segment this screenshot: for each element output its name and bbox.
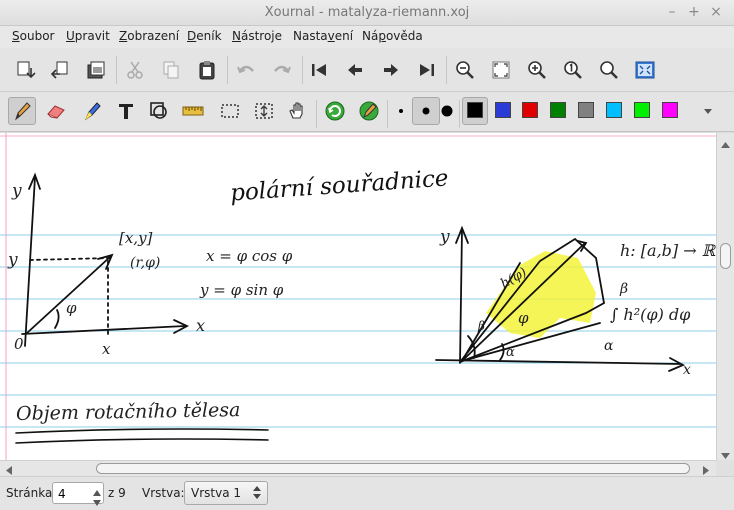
integral-expression: ∫ h²(φ) dφ <box>610 305 691 324</box>
window-titlebar: Xournal - matalyza-riemann.xoj – + × <box>0 0 734 26</box>
zoom-out-icon[interactable] <box>451 56 479 84</box>
integral-lower-limit: α <box>604 338 614 354</box>
undo-icon[interactable] <box>232 56 260 84</box>
thick-line-icon[interactable] <box>433 97 461 125</box>
default-pen-icon[interactable] <box>355 97 383 125</box>
next-page-icon[interactable] <box>377 56 405 84</box>
default-settings-icon[interactable] <box>321 97 349 125</box>
layer-label: Vrstva: <box>142 486 185 500</box>
right-x-axis-label: x <box>683 362 691 378</box>
beta-label-small: β <box>478 319 485 333</box>
alpha-label: α <box>506 345 515 360</box>
point-label: [x,y] <box>119 229 153 247</box>
color-magenta-swatch[interactable] <box>662 102 678 118</box>
layer-select-value: Vrstva 1 <box>191 486 242 500</box>
layer-select-chevron-icon <box>253 485 261 503</box>
shape-recognizer-icon[interactable] <box>145 97 173 125</box>
paste-icon[interactable] <box>193 56 221 84</box>
color-gray-swatch[interactable] <box>578 102 594 118</box>
cut-icon[interactable] <box>121 56 149 84</box>
polar-label: (r,φ) <box>130 255 161 271</box>
copy-icon[interactable] <box>157 56 185 84</box>
minimize-icon[interactable]: – <box>664 4 680 20</box>
layer-select[interactable]: Vrstva 1 <box>184 481 268 505</box>
right-y-axis-label: y <box>440 227 450 247</box>
menubar: Soubor Upravit Zobrazení Deník Nástroje … <box>0 26 734 48</box>
hand-tool-icon[interactable] <box>283 97 311 125</box>
close-icon[interactable]: × <box>708 4 724 20</box>
highlighter-tool-icon[interactable] <box>78 97 106 125</box>
color-blue-swatch[interactable] <box>495 102 511 118</box>
last-page-icon[interactable] <box>413 56 441 84</box>
equation-y: y = φ sin φ <box>200 281 284 299</box>
text-tool-icon[interactable] <box>112 97 140 125</box>
zoom-custom-icon[interactable] <box>595 56 623 84</box>
pen-tool-icon[interactable] <box>8 97 36 125</box>
drawing-toolbar <box>0 92 734 132</box>
page-number-input[interactable] <box>56 486 94 502</box>
save-document-icon[interactable] <box>82 56 110 84</box>
x-coordinate-mark: x <box>102 340 111 358</box>
redo-icon[interactable] <box>268 56 296 84</box>
maximize-icon[interactable]: + <box>686 4 702 20</box>
new-document-icon[interactable] <box>12 56 40 84</box>
menu-napoveda[interactable]: Nápověda <box>362 29 423 43</box>
y-coordinate-mark: y <box>8 250 18 270</box>
color-red-swatch[interactable] <box>522 102 538 118</box>
equation-x: x = φ cos φ <box>206 247 293 265</box>
select-rectangle-icon[interactable] <box>216 97 244 125</box>
horizontal-scrollbar[interactable] <box>0 460 716 476</box>
horizontal-scroll-thumb[interactable] <box>96 463 690 474</box>
menu-zobrazeni[interactable]: Zobrazení <box>119 29 179 43</box>
previous-page-icon[interactable] <box>341 56 369 84</box>
thin-line-icon[interactable] <box>387 97 415 125</box>
vertical-scrollbar[interactable] <box>716 133 734 460</box>
origin-label: 0 <box>14 335 24 353</box>
color-light-blue-swatch[interactable] <box>606 102 622 118</box>
color-light-green-swatch[interactable] <box>634 102 650 118</box>
statusbar: Stránka z 9 Vrstva: Vrstva 1 <box>0 476 734 510</box>
phi-label-right: φ <box>518 309 529 327</box>
ruler-tool-icon[interactable] <box>179 97 207 125</box>
menu-denik[interactable]: Deník <box>187 29 222 43</box>
open-document-icon[interactable] <box>46 56 74 84</box>
color-green-swatch[interactable] <box>550 102 566 118</box>
scrollbar-corner <box>716 460 734 476</box>
vertical-space-icon[interactable] <box>250 97 278 125</box>
menu-upravit[interactable]: Upravit <box>66 29 110 43</box>
zoom-fit-icon[interactable] <box>487 56 515 84</box>
eraser-tool-icon[interactable] <box>42 97 70 125</box>
zoom-in-icon[interactable] <box>523 56 551 84</box>
left-x-axis-label: x <box>196 316 206 335</box>
window-title: Xournal - matalyza-riemann.xoj <box>264 5 470 20</box>
function-definition: h: [a,b] → ℝ <box>620 241 716 260</box>
first-page-icon[interactable] <box>305 56 333 84</box>
integral-upper-limit: β <box>620 281 629 297</box>
toolbar-overflow-icon[interactable] <box>694 97 722 125</box>
page-label: Stránka <box>6 486 53 500</box>
notebook-canvas[interactable]: polární souřadnice y x [x,y] (r,φ) y x 0… <box>0 133 716 460</box>
zoom-100-icon[interactable] <box>559 56 587 84</box>
page-spinner[interactable] <box>52 482 104 506</box>
menu-nastroje[interactable]: Nástroje <box>232 29 282 43</box>
section-heading: Objem rotačního tělesa <box>15 399 241 425</box>
main-toolbar <box>0 48 734 92</box>
vertical-scroll-thumb[interactable] <box>720 243 731 269</box>
scroll-up-icon[interactable] <box>721 137 730 151</box>
menu-nastaveni[interactable]: Nastavení <box>293 29 353 43</box>
angle-label: φ <box>66 299 77 317</box>
fullscreen-icon[interactable] <box>631 56 659 84</box>
menu-soubor[interactable]: Soubor <box>12 29 54 43</box>
left-y-axis-label: y <box>12 181 22 201</box>
page-total: z 9 <box>108 486 126 500</box>
color-black-swatch[interactable] <box>467 102 483 118</box>
page-decrement-icon[interactable] <box>93 495 101 509</box>
